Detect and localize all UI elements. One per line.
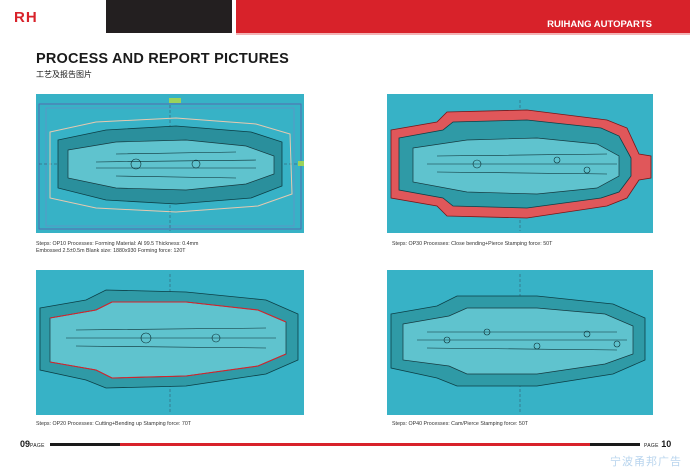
caption-op10: Steps: OP10 Processes: Forming Material:… (36, 241, 198, 255)
page-label-left: PAGE (30, 443, 45, 449)
caption-op20: Steps: OP20 Processes: Cutting+Bending u… (36, 421, 191, 428)
page-number-left-num: 09 (20, 439, 31, 449)
rh-logo: RH (14, 9, 38, 26)
header-black-bar (106, 0, 232, 33)
page-number-right-num: 10 (661, 439, 672, 449)
page-number-left: 09PAGE (20, 439, 45, 449)
process-image-op20 (36, 270, 304, 415)
op30-drawing (390, 100, 652, 231)
caption-op20-line1: Steps: OP20 Processes: Cutting+Bending u… (36, 421, 192, 427)
op20-drawing (39, 274, 299, 412)
caption-op10-line1: Steps: OP10 Processes: Forming Material:… (36, 241, 199, 247)
caption-op30-line1: Steps: OP30 Processes: Close bending+Pie… (392, 241, 553, 247)
process-image-op30 (387, 94, 653, 233)
page-title: PROCESS AND REPORT PICTURES (36, 51, 290, 67)
page-label-right: PAGE (644, 443, 659, 449)
caption-op40-line1: Steps: OP40 Processes: Cam/Pierce Stampi… (392, 421, 529, 427)
footer-black-line-left (50, 443, 120, 446)
process-image-op40 (387, 270, 653, 415)
op40-drawing (390, 274, 646, 412)
caption-op40: Steps: OP40 Processes: Cam/Pierce Stampi… (392, 421, 528, 428)
page-number-right: PAGE 10 (644, 439, 671, 449)
process-image-op10 (36, 94, 304, 233)
brand-rest: AUTOPARTS (593, 19, 652, 30)
footer-red-line (120, 443, 630, 446)
op10-drawing (38, 98, 304, 231)
page-subtitle: 工艺及报告图片 (36, 70, 92, 79)
brand-strong: RUIHANG (547, 19, 592, 30)
watermark-text: 宁波甬邦广告 (610, 456, 682, 468)
caption-op30: Steps: OP30 Processes: Close bending+Pie… (392, 241, 552, 248)
header-red-strip (236, 33, 690, 35)
caption-op10-line2: Embossed 2.5±0.5m Blank size: 1880x930 F… (36, 248, 186, 254)
footer-black-line-right (590, 443, 640, 446)
brand-name: RUIHANG AUTOPARTS (547, 19, 652, 30)
